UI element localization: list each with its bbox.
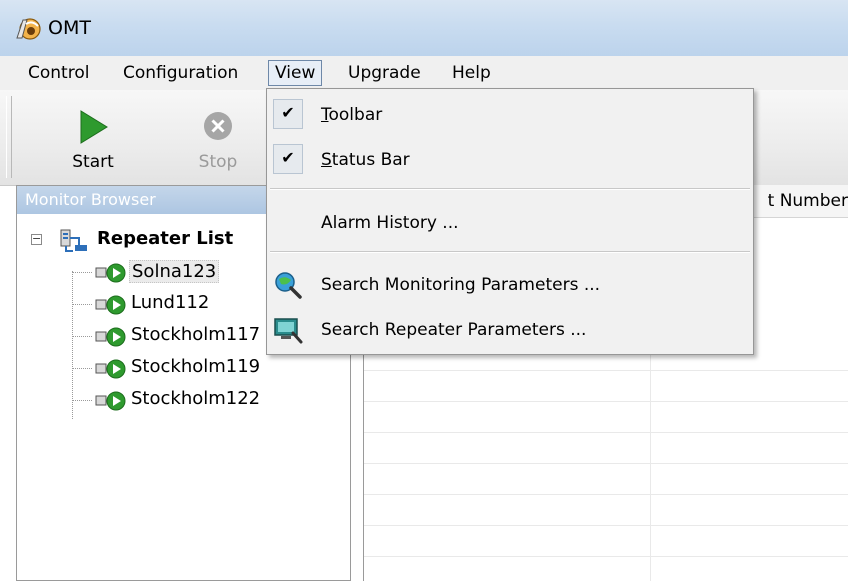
menu-item-status-bar[interactable]: ✔ Status Bar — [269, 141, 751, 179]
menu-item-search-monitoring[interactable]: Search Monitoring Parameters ... — [269, 266, 751, 304]
menu-item-search-repeater-label: Search Repeater Parameters ... — [321, 320, 587, 340]
menu-separator — [270, 251, 750, 253]
repeater-label: Stockholm119 — [131, 356, 261, 377]
menu-item-status-bar-label: Status Bar — [321, 150, 410, 170]
menu-item-toolbar-label: Toolbar — [321, 105, 383, 125]
collapse-icon[interactable]: − — [31, 233, 42, 245]
window-title: OMT — [48, 17, 91, 39]
column-header-number[interactable]: t Number — [768, 191, 848, 211]
menu-bar: Control Configuration View Upgrade Help — [0, 56, 848, 91]
start-label: Start — [72, 152, 114, 172]
menu-configuration[interactable]: Configuration — [117, 62, 244, 84]
repeater-label: Solna123 — [129, 260, 220, 283]
check-icon: ✔ — [273, 99, 303, 129]
menu-control[interactable]: Control — [22, 62, 95, 84]
repeater-label: Stockholm117 — [131, 324, 261, 345]
menu-item-search-monitoring-label: Search Monitoring Parameters ... — [321, 275, 601, 295]
repeater-label: Lund112 — [131, 292, 210, 313]
menu-upgrade[interactable]: Upgrade — [342, 62, 427, 84]
toolbar-grip[interactable] — [6, 96, 12, 178]
search-repeater-icon — [274, 318, 303, 344]
play-icon — [80, 110, 108, 144]
menu-item-search-repeater[interactable]: Search Repeater Parameters ... — [269, 311, 751, 349]
stop-label: Stop — [198, 152, 238, 172]
repeater-icon — [95, 295, 126, 315]
repeater-label: Stockholm122 — [131, 388, 261, 409]
repeater-list-label: Repeater List — [97, 228, 234, 249]
repeater-icon — [95, 327, 126, 347]
stop-button[interactable]: Stop — [183, 90, 253, 180]
menu-item-toolbar[interactable]: ✔ Toolbar — [269, 96, 751, 134]
repeater-icon — [95, 391, 126, 411]
tree-line — [72, 271, 73, 419]
repeater-icon — [95, 359, 126, 379]
menu-view[interactable]: View — [268, 60, 323, 86]
menu-help[interactable]: Help — [446, 62, 497, 84]
search-globe-icon — [275, 272, 302, 299]
title-bar: OMT — [0, 0, 848, 56]
repeater-icon — [95, 263, 126, 283]
menu-separator — [270, 188, 750, 190]
start-button[interactable]: Start — [58, 90, 128, 180]
view-menu-dropdown: ✔ Toolbar ✔ Status Bar Alarm History ...… — [266, 88, 754, 355]
app-icon — [16, 18, 41, 40]
repeater-list-icon — [60, 229, 87, 252]
menu-item-alarm-history-label: Alarm History ... — [321, 213, 459, 233]
check-icon: ✔ — [273, 144, 303, 174]
stop-icon — [204, 112, 232, 140]
menu-item-alarm-history[interactable]: Alarm History ... — [269, 204, 751, 242]
